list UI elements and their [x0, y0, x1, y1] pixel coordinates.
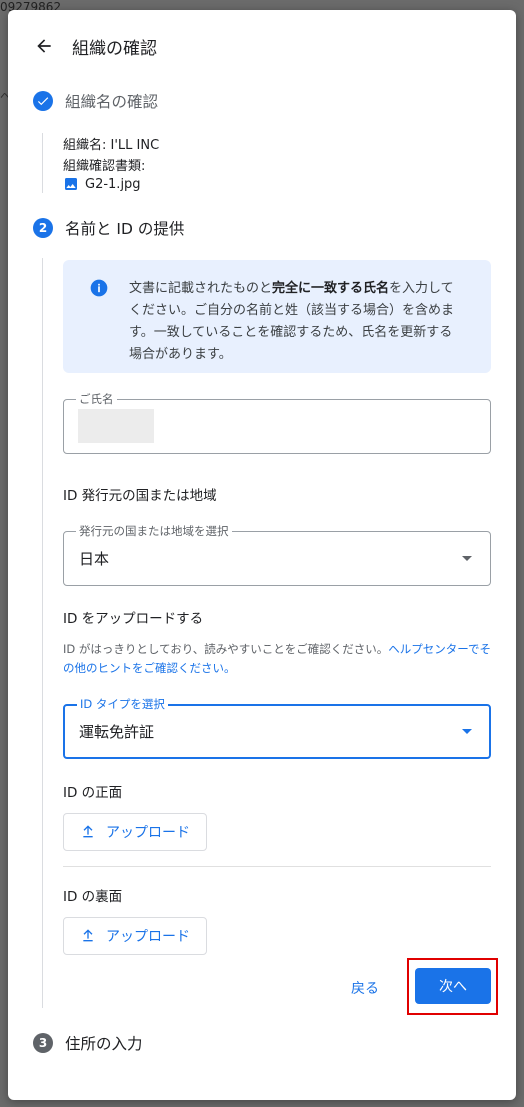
help-text-body: ID がはっきりとしており、読みやすいことをご確認ください。 — [63, 642, 389, 656]
step-2: 2 名前と ID の提供 — [33, 217, 184, 239]
step-connector — [42, 133, 43, 193]
org-file[interactable]: G2-1.jpg — [63, 176, 141, 192]
country-select-value: 日本 — [79, 550, 110, 568]
back-arrow-button[interactable] — [32, 34, 56, 58]
upload-back-button[interactable]: アップロード — [63, 917, 207, 955]
info-text-bold: 完全に一致する氏名 — [272, 281, 390, 296]
dialog-title: 組織の確認 — [72, 38, 157, 59]
help-text: ID がはっきりとしており、読みやすいことをご確認ください。ヘルプセンターでその… — [63, 640, 493, 678]
verify-organization-dialog: 組織の確認 組織名の確認 組織名: I'LL INC 組織確認書類: G2-1.… — [8, 10, 516, 1100]
dropdown-arrow-icon — [462, 729, 472, 734]
dropdown-arrow-icon — [462, 556, 472, 561]
step-1: 組織名の確認 — [33, 90, 158, 112]
id-type-select-label: ID タイプを選択 — [77, 697, 168, 711]
step-connector — [42, 258, 43, 1008]
name-field[interactable]: ご氏名 — [63, 392, 491, 454]
step-3: 3 住所の入力 — [33, 1032, 143, 1054]
dialog-header: 組織の確認 — [32, 34, 157, 59]
step-2-title: 名前と ID の提供 — [65, 220, 185, 238]
info-text-pre: 文書に記載されたものと — [129, 281, 273, 296]
step-1-title: 組織名の確認 — [65, 93, 159, 111]
next-button-highlight — [407, 958, 498, 1015]
step-3-title: 住所の入力 — [65, 1035, 143, 1053]
upload-icon — [83, 825, 93, 838]
check-icon — [33, 91, 53, 111]
redacted-name — [78, 409, 154, 443]
upload-back-label: アップロード — [106, 929, 190, 945]
country-select[interactable]: 発行元の国または地域を選択 日本 — [63, 524, 491, 586]
info-icon — [90, 279, 108, 297]
info-box: 文書に記載されたものと完全に一致する氏名を入力してください。ご自分の名前と姓（該… — [63, 260, 491, 373]
name-field-label: ご氏名 — [76, 392, 117, 406]
upload-section-label: ID をアップロードする — [63, 611, 204, 627]
image-icon — [65, 178, 77, 190]
country-select-label: 発行元の国または地域を選択 — [76, 524, 232, 538]
id-front-label: ID の正面 — [63, 785, 123, 801]
org-doc-label: 組織確認書類: — [63, 159, 146, 174]
step-3-number: 3 — [33, 1033, 53, 1053]
divider — [63, 866, 491, 867]
upload-front-label: アップロード — [106, 825, 190, 841]
arrow-left-icon — [37, 39, 51, 53]
id-type-select[interactable]: ID タイプを選択 運転免許証 — [63, 697, 491, 759]
upload-front-button[interactable]: アップロード — [63, 813, 207, 851]
upload-icon — [83, 929, 93, 942]
background-edge: ヘ — [0, 90, 11, 103]
back-button[interactable]: 戻る — [340, 971, 390, 1005]
step-2-number: 2 — [33, 218, 53, 238]
org-name: 組織名: I'LL INC — [63, 138, 160, 153]
country-section-label: ID 発行元の国または地域 — [63, 488, 217, 504]
file-name: G2-1.jpg — [85, 176, 141, 192]
id-type-select-value: 運転免許証 — [79, 723, 155, 741]
id-back-label: ID の裏面 — [63, 889, 123, 905]
